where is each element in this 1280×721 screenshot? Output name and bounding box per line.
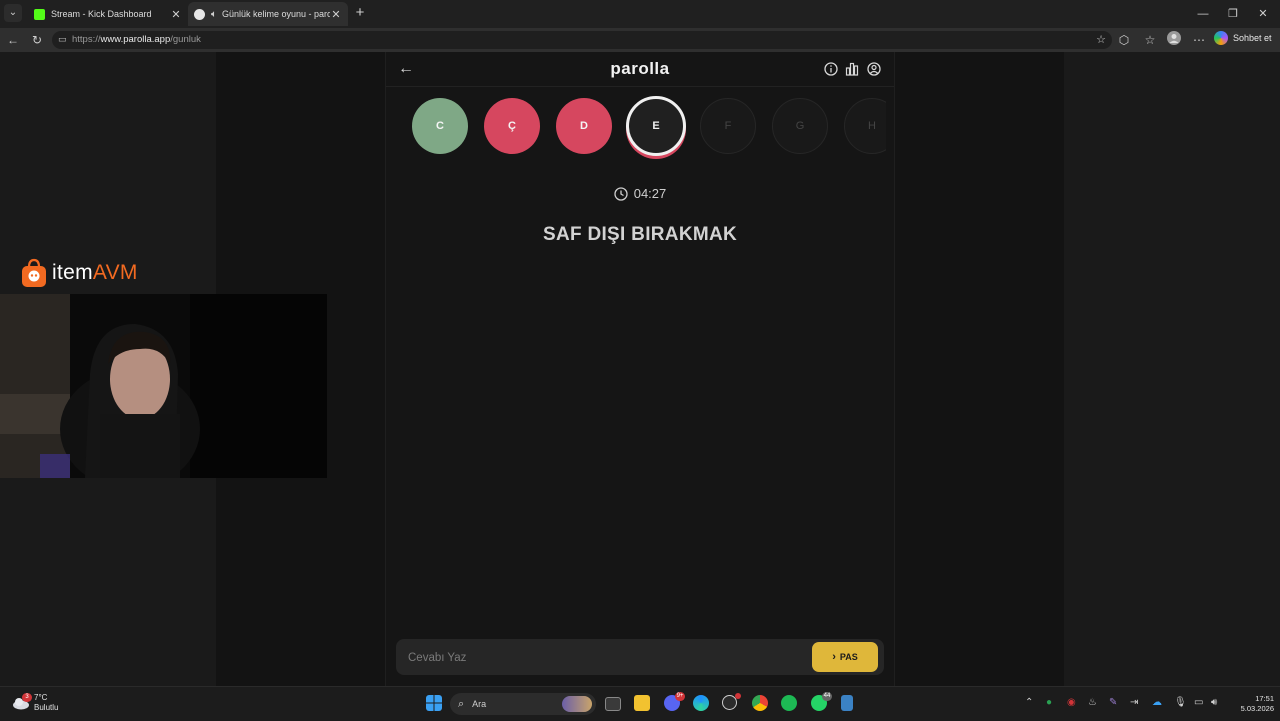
url-field[interactable]: ▭ https://www.parolla.app/gunluk ☆ (52, 31, 1112, 49)
tab-kick-dashboard[interactable]: Stream - Kick Dashboard ✕ (28, 2, 188, 26)
tray-cloud-icon[interactable]: ☁ (1152, 697, 1162, 708)
user-profile-icon[interactable] (867, 62, 881, 76)
webcam-feed (0, 294, 327, 478)
discord-badge: 9+ (675, 692, 685, 701)
letter-circle-c[interactable]: C (412, 98, 468, 154)
countdown-timer: 04:27 (386, 186, 894, 201)
search-label: Ara (472, 699, 487, 709)
copilot-icon (1214, 31, 1228, 45)
speaker-icon[interactable]: 🔈︎ (211, 9, 217, 20)
clock-time: 17:51 (1255, 694, 1274, 703)
app-header: ← parolla (386, 52, 894, 87)
windows-start-icon[interactable] (426, 695, 442, 711)
new-tab-plus-icon[interactable]: + (352, 5, 368, 21)
volume-icon[interactable]: 🔊︎ (1211, 697, 1217, 708)
more-options-icon[interactable]: ⋯ (1190, 31, 1208, 49)
letter-circle-d[interactable]: D (556, 98, 612, 154)
refresh-icon[interactable]: ↻ (28, 31, 46, 49)
whatsapp-icon[interactable]: 44 (811, 692, 832, 711)
parolla-app: ← parolla C Ç D E F G H 04:27 SAF DIŞI B… (385, 52, 895, 686)
copilot-label: Sohbet et (1233, 33, 1272, 43)
system-clock[interactable]: 17:51 5.03.2026 (1234, 694, 1274, 714)
info-icon[interactable] (824, 62, 838, 76)
timer-value: 04:27 (633, 186, 667, 201)
search-highlight-icon (562, 696, 592, 712)
taskbar-search[interactable]: ⌕ Ara (450, 693, 596, 715)
taskbar: 3 7°C Bulutlu ⌕ Ara 9+ 44 ⌃ ● ◉ ♨ ✎ ⇥ ☁ … (0, 686, 1280, 721)
chrome-icon[interactable] (752, 695, 768, 711)
whatsapp-badge: 44 (822, 692, 832, 701)
file-explorer-icon[interactable] (634, 695, 650, 711)
weather-alert-badge: 3 (22, 693, 32, 702)
streamer-camera-image (0, 294, 327, 478)
question-text: SAF DIŞI BIRAKMAK (542, 224, 738, 245)
letter-circle-e-active[interactable]: E (626, 96, 686, 156)
tray-app-icon[interactable]: ● (1046, 697, 1052, 708)
notepad-icon[interactable] (841, 695, 853, 711)
page-right-margin (1064, 52, 1280, 686)
answer-input[interactable] (406, 647, 810, 669)
address-bar-row: ← ↻ ▭ https://www.parolla.app/gunluk ☆ ⬡… (0, 28, 1280, 52)
back-arrow-icon[interactable]: ← (4, 31, 22, 49)
parolla-favicon-icon (194, 8, 205, 20)
tab-title: Stream - Kick Dashboard (51, 9, 152, 19)
tray-pen-icon[interactable]: ✎ (1109, 697, 1117, 708)
site-info-icon[interactable]: ▭ (58, 34, 67, 45)
pass-label: PAS (839, 652, 858, 662)
search-icon: ⌕ (458, 697, 465, 710)
discord-icon[interactable]: 9+ (664, 692, 685, 711)
tab-title: Günlük kelime oyunu - parolla (222, 9, 330, 19)
obs-icon[interactable] (722, 693, 741, 710)
copilot-chat-button[interactable]: Sohbet et (1214, 31, 1272, 45)
sponsor-logo: itemAVM (20, 258, 138, 288)
task-view-icon[interactable] (605, 697, 621, 711)
network-icon[interactable]: ▭ (1194, 697, 1203, 708)
shopping-bag-icon (22, 258, 46, 287)
tray-overflow-chevron-icon[interactable]: ⌃ (1025, 697, 1033, 708)
cloud-icon: 3 (12, 693, 32, 710)
clock-icon (614, 186, 628, 201)
restore-icon[interactable]: ❐ (1216, 0, 1250, 28)
edge-browser-icon[interactable] (693, 695, 709, 711)
tray-security-icon[interactable]: ◉ (1067, 697, 1076, 708)
clock-date: 5.03.2026 (1240, 704, 1274, 713)
obs-recording-dot (735, 693, 741, 699)
kick-logo-icon (34, 8, 45, 20)
weather-desc: Bulutlu (34, 703, 59, 712)
close-tab-icon[interactable]: ✕ (170, 8, 182, 21)
chevron-right-icon: › (832, 651, 836, 663)
profile-avatar-icon[interactable] (1165, 31, 1183, 49)
tab-actions-chevron-icon[interactable]: ⌄ (4, 4, 22, 22)
letter-circle-f[interactable]: F (700, 98, 756, 154)
letter-circle-c-cedilla[interactable]: Ç (484, 98, 540, 154)
tab-parolla[interactable]: 🔈︎ Günlük kelime oyunu - parolla ✕ (188, 2, 348, 26)
pass-button[interactable]: › PAS (812, 642, 878, 672)
microphone-icon[interactable]: 🎙︎ (1174, 697, 1187, 708)
close-tab-icon[interactable]: ✕ (330, 8, 342, 21)
stats-chart-icon[interactable] (845, 62, 859, 76)
spotify-icon[interactable] (781, 695, 797, 711)
letter-wheel: C Ç D E F G H (386, 96, 886, 160)
answer-bar: › PAS (396, 639, 884, 675)
url-text: https://www.parolla.app/gunluk (72, 34, 201, 45)
tray-share-icon[interactable]: ⇥ (1130, 697, 1138, 708)
favorites-icon[interactable]: ☆ (1141, 31, 1159, 49)
letter-circle-g[interactable]: G (772, 98, 828, 154)
weather-widget[interactable]: 3 7°C Bulutlu (12, 693, 58, 713)
favorite-star-icon[interactable]: ☆ (1096, 33, 1106, 46)
brand-title: parolla (610, 59, 670, 78)
close-window-icon[interactable]: ✕ (1246, 0, 1280, 28)
extensions-icon[interactable]: ⬡ (1115, 31, 1133, 49)
weather-temp: 7°C (34, 693, 48, 702)
tab-strip: ⌄ Stream - Kick Dashboard ✕ 🔈︎ Günlük ke… (0, 0, 1280, 28)
minimize-icon[interactable]: — (1186, 0, 1220, 28)
sponsor-name: itemAVM (52, 261, 138, 284)
steam-icon[interactable]: ♨ (1088, 697, 1097, 708)
letter-circle-h[interactable]: H (844, 98, 886, 154)
